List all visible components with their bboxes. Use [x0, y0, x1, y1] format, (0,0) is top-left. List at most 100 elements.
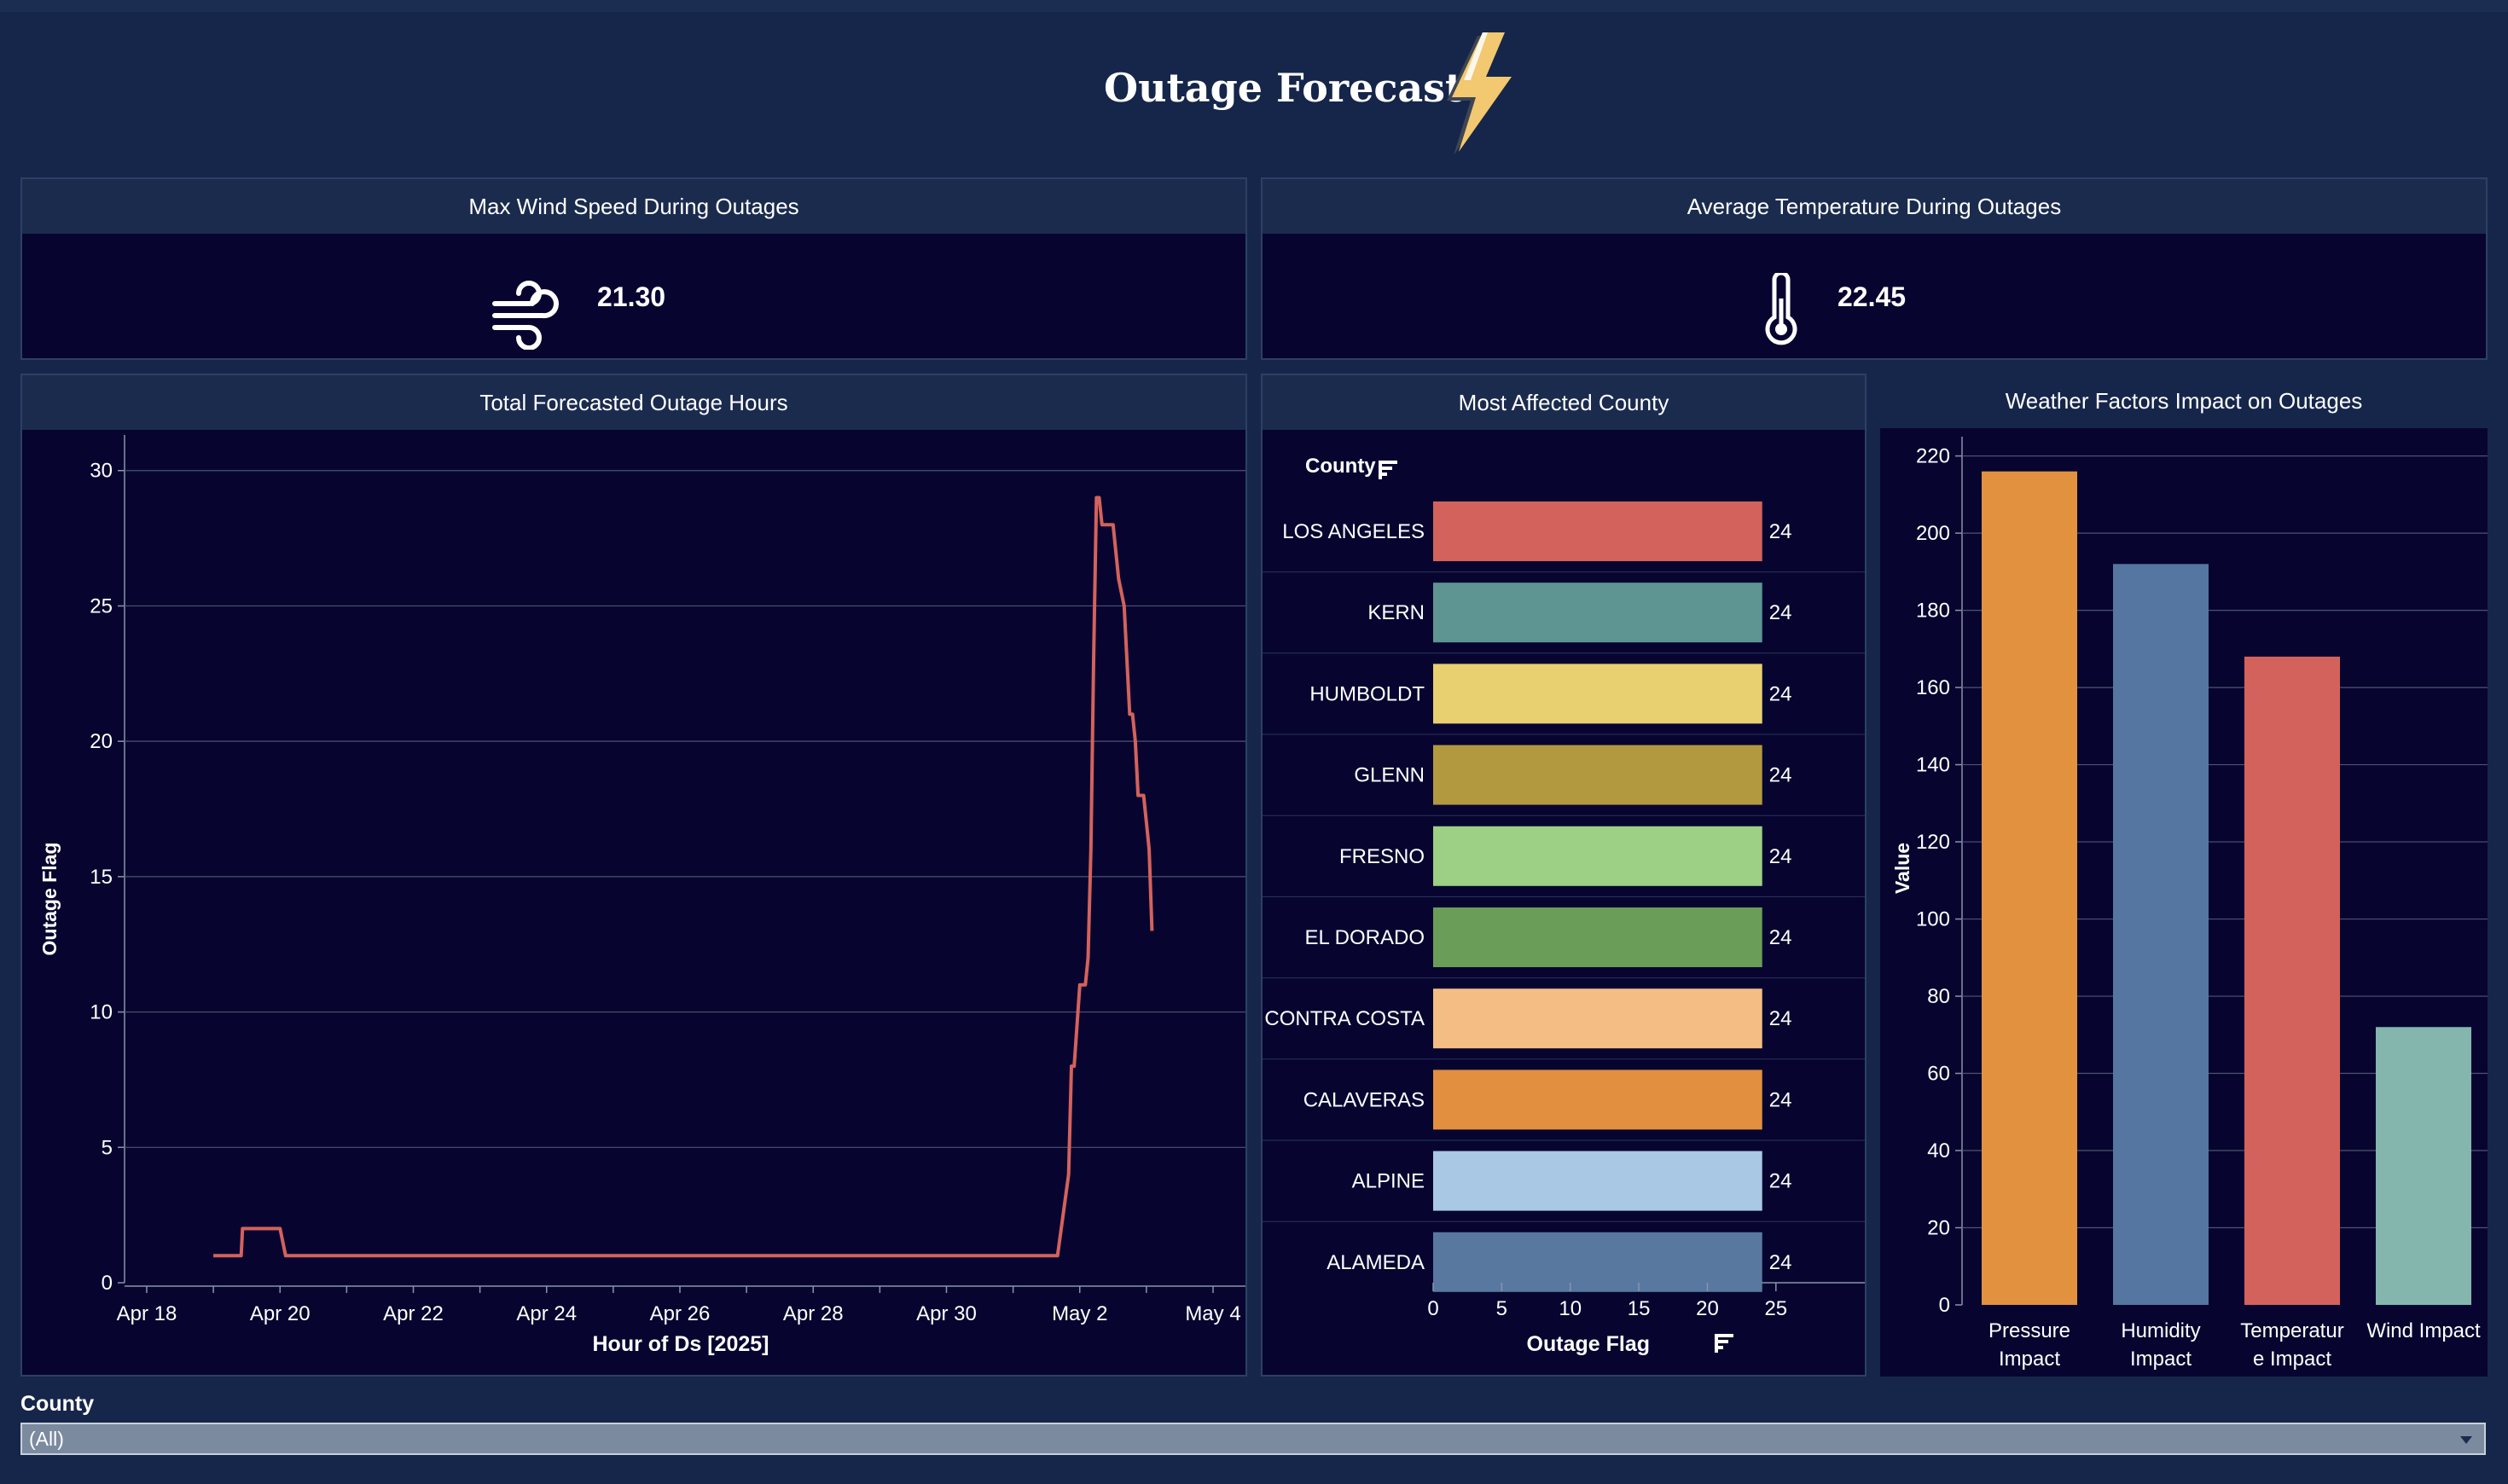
outage-hours-title: Total Forecasted Outage Hours	[22, 375, 1245, 430]
x-tick-label: May 2	[1052, 1302, 1107, 1325]
y-tick-label: 20	[1927, 1217, 1950, 1240]
y-axis-title: Value	[1891, 843, 1913, 894]
bar-value-label: 24	[1769, 682, 1792, 705]
bar-value-label: 24	[1769, 520, 1792, 543]
bar-value-label: 24	[1769, 926, 1792, 949]
x-axis-title: Hour of Ds [2025]	[593, 1332, 769, 1356]
county-panel-title: Most Affected County	[1263, 375, 1865, 430]
county-bar	[1433, 501, 1762, 561]
x-tick-label: May 4	[1185, 1302, 1240, 1325]
county-bar	[1433, 583, 1762, 643]
county-row-header: County	[1305, 455, 1376, 478]
bar-value-label: 24	[1769, 845, 1792, 868]
weather-factors-panel: Weather Factors Impact on Outages 0 20 40 6…	[1880, 374, 2488, 1377]
factor-bar	[1982, 471, 2077, 1305]
x-tick-label: 10	[1559, 1297, 1582, 1320]
outage-hours-line-chart: 0 5 10 15 20 25 30 Apr 18 Apr 20 Apr 22 Apr 24 Apr…	[38, 435, 1245, 1356]
x-tick-label: Apr 22	[383, 1302, 444, 1325]
y-tick-label: 80	[1927, 985, 1950, 1008]
x-tick-label: Apr 26	[650, 1302, 711, 1325]
county-panel: Most Affected County County LOS ANGELES 2…	[1261, 374, 1866, 1377]
bar-value-label: 24	[1769, 764, 1792, 787]
y-tick-label: 0	[1939, 1294, 1950, 1317]
county-label: ALPINE	[1352, 1170, 1425, 1193]
y-tick-label: 10	[90, 1001, 113, 1024]
bar-value-label: 24	[1769, 1088, 1792, 1111]
county-filter-dropdown[interactable]: (All)	[20, 1423, 2486, 1455]
bar-value-label: 24	[1769, 1170, 1792, 1193]
sort-icon[interactable]	[1379, 461, 1397, 479]
sort-icon[interactable]	[1715, 1334, 1733, 1353]
x-tick-label: 20	[1696, 1297, 1719, 1320]
y-tick-label: 160	[1916, 676, 1950, 699]
wind-kpi-value: 21.30	[597, 281, 666, 312]
y-tick-label: 20	[90, 730, 113, 753]
wind-kpi-title: Max Wind Speed During Outages	[22, 179, 1245, 234]
factor-label: Wind Impact	[2366, 1319, 2481, 1342]
temperature-kpi-panel: Average Temperature During Outages 22.45	[1261, 177, 2488, 360]
county-label: HUMBOLDT	[1309, 682, 1425, 705]
x-tick-label: Apr 30	[916, 1302, 977, 1325]
county-bar	[1433, 664, 1762, 724]
y-tick-label: 15	[90, 866, 113, 889]
y-tick-label: 180	[1916, 600, 1950, 623]
county-bar	[1433, 988, 1762, 1049]
county-bar	[1433, 1070, 1762, 1130]
top-edge-bar	[0, 0, 2508, 12]
x-tick-label: 0	[1427, 1297, 1438, 1320]
county-bar	[1433, 1151, 1762, 1211]
chevron-down-icon[interactable]	[2460, 1436, 2472, 1444]
page-title: Outage Forecast	[1104, 65, 1464, 111]
x-tick-label: 5	[1496, 1297, 1507, 1320]
temperature-kpi-title: Average Temperature During Outages	[1263, 179, 2486, 234]
x-tick-label: Apr 20	[250, 1302, 311, 1325]
county-bar	[1433, 1232, 1762, 1292]
county-bar-chart: County LOS ANGELES 24 KERN 24 HUMBOLDT 24 GLEN…	[1263, 455, 1865, 1356]
factor-label: Temperatur	[2240, 1319, 2343, 1342]
x-tick-label: Apr 18	[117, 1302, 177, 1325]
factor-label: Pressure	[1988, 1319, 2070, 1342]
y-tick-label: 5	[102, 1136, 113, 1159]
county-label: GLENN	[1354, 764, 1425, 787]
county-label: CONTRA COSTA	[1264, 1007, 1425, 1030]
x-axis-title: Outage Flag	[1527, 1332, 1650, 1356]
bar-value-label: 24	[1769, 601, 1792, 624]
weather-factors-title: Weather Factors Impact on Outages	[1880, 374, 2488, 428]
y-tick-label: 140	[1916, 754, 1950, 777]
wind-icon	[492, 281, 559, 350]
y-tick-label: 220	[1916, 445, 1950, 468]
county-bar	[1433, 907, 1762, 967]
county-filter-value: (All)	[29, 1428, 64, 1450]
county-label: KERN	[1367, 601, 1425, 624]
factor-bar	[2244, 656, 2340, 1305]
bar-value-label: 24	[1769, 1251, 1792, 1274]
bar-value-label: 24	[1769, 1007, 1792, 1030]
factor-label: e Impact	[2253, 1348, 2331, 1371]
y-tick-label: 120	[1916, 831, 1950, 854]
county-label: EL DORADO	[1305, 926, 1425, 949]
county-label: CALAVERAS	[1303, 1088, 1425, 1111]
factor-label: Impact	[2130, 1348, 2192, 1371]
x-tick-label: 25	[1764, 1297, 1787, 1320]
x-tick-label: 15	[1628, 1297, 1651, 1320]
temperature-kpi-value: 22.45	[1837, 281, 1907, 312]
county-bar	[1433, 826, 1762, 886]
factor-label: Humidity	[2121, 1319, 2200, 1342]
factor-bar	[2376, 1027, 2471, 1305]
county-label: ALAMEDA	[1327, 1251, 1425, 1274]
county-bar	[1433, 745, 1762, 805]
y-tick-label: 25	[90, 594, 113, 617]
y-tick-label: 60	[1927, 1063, 1950, 1086]
factor-bar	[2113, 564, 2209, 1305]
x-tick-label: Apr 28	[783, 1302, 844, 1325]
county-label: LOS ANGELES	[1282, 520, 1425, 543]
county-label: FRESNO	[1339, 845, 1425, 868]
factor-label: Impact	[1999, 1348, 2060, 1371]
weather-factors-bar-chart: 0 20 40 60 80 100 120 140 160 180 200 220 Pressure I…	[1880, 428, 2488, 1377]
county-filter-label: County	[20, 1392, 95, 1416]
y-tick-label: 30	[90, 460, 113, 483]
lightning-bolt-icon	[1447, 32, 1512, 155]
y-tick-label: 0	[102, 1272, 113, 1295]
y-tick-label: 40	[1927, 1139, 1950, 1162]
outage-hours-panel: Total Forecasted Outage Hours 0 5 10 15 20 25…	[20, 374, 1247, 1377]
